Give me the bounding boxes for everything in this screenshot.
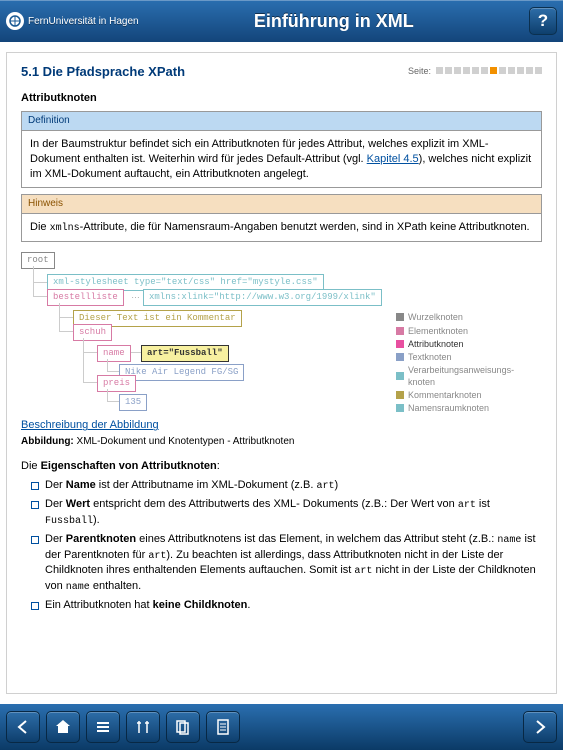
brand-text: FernUniversität in Hagen bbox=[28, 16, 139, 27]
hint-box: Hinweis Die xmlns-Attribute, die für Nam… bbox=[21, 194, 542, 242]
node-text2: 135 bbox=[119, 394, 147, 410]
subheading: Attributknoten bbox=[21, 91, 542, 106]
bottom-bar bbox=[0, 704, 563, 750]
page-square[interactable] bbox=[463, 67, 470, 74]
properties-intro-2: : bbox=[217, 460, 220, 472]
node-schuh: schuh bbox=[73, 324, 112, 340]
properties-intro-bold: Eigenschaften von Attributknoten bbox=[41, 460, 217, 472]
list-item: Der Wert entspricht dem des Attributwert… bbox=[31, 497, 542, 528]
node-preis: preis bbox=[97, 375, 136, 391]
node-text1: Nike Air Legend FG/SG bbox=[119, 364, 244, 380]
figure-caption: Abbildung: XML-Dokument und Knotentypen … bbox=[21, 435, 542, 449]
legend-wurzel: Wurzelknoten bbox=[408, 311, 463, 323]
page-square[interactable] bbox=[535, 67, 542, 74]
ns-ellipsis: … bbox=[131, 289, 140, 301]
tree-diagram: root xml-stylesheet type="text/css" href… bbox=[21, 252, 542, 410]
page-indicator-label: Seite: bbox=[408, 65, 431, 77]
logo-icon bbox=[6, 12, 24, 30]
page-title: Einführung in XML bbox=[139, 11, 529, 32]
document-page: 5.1 Die Pfadsprache XPath Seite: Attribu… bbox=[6, 52, 557, 694]
definition-box-body: In der Baumstruktur befindet sich ein At… bbox=[22, 131, 541, 188]
help-button[interactable]: ? bbox=[529, 7, 557, 35]
legend-ns: Namensraumknoten bbox=[408, 402, 489, 414]
chapter-link[interactable]: Kapitel 4.5 bbox=[367, 153, 419, 165]
diagram-legend: Wurzelknoten Elementknoten Attributknote… bbox=[396, 310, 538, 415]
toc-button[interactable] bbox=[86, 711, 120, 743]
page-square[interactable] bbox=[517, 67, 524, 74]
properties-intro: Die Eigenschaften von Attributknoten: bbox=[21, 459, 542, 474]
tools-button[interactable] bbox=[126, 711, 160, 743]
node-namespace: xmlns:xlink="http://www.w3.org/1999/xlin… bbox=[143, 289, 382, 305]
figure-description-link[interactable]: Beschreibung der Abbildung bbox=[21, 418, 159, 433]
next-button[interactable] bbox=[523, 711, 557, 743]
list-item: Der Name ist der Attributname im XML-Dok… bbox=[31, 478, 542, 494]
prev-button[interactable] bbox=[6, 711, 40, 743]
hint-code: xmlns bbox=[50, 223, 80, 234]
node-root: root bbox=[21, 252, 55, 268]
hint-text-2: -Attribute, die für Namensraum-Angaben b… bbox=[80, 221, 530, 233]
page-square[interactable] bbox=[436, 67, 443, 74]
brand-logo: FernUniversität in Hagen bbox=[6, 12, 139, 30]
node-attr: art="Fussball" bbox=[141, 345, 229, 361]
hint-box-body: Die xmlns-Attribute, die für Namensraum-… bbox=[22, 214, 541, 242]
pages-button[interactable] bbox=[166, 711, 200, 743]
page-square[interactable] bbox=[490, 67, 497, 74]
page-indicator: Seite: bbox=[408, 65, 542, 77]
figure-caption-text: XML-Dokument und Knotentypen - Attributk… bbox=[74, 436, 295, 447]
page-square[interactable] bbox=[499, 67, 506, 74]
page-square[interactable] bbox=[508, 67, 515, 74]
list-item: Der Parentknoten eines Attributknotens i… bbox=[31, 532, 542, 594]
properties-list: Der Name ist der Attributname im XML-Dok… bbox=[31, 478, 542, 613]
legend-text: Textknoten bbox=[408, 351, 452, 363]
home-button[interactable] bbox=[46, 711, 80, 743]
page-square[interactable] bbox=[454, 67, 461, 74]
doc-button[interactable] bbox=[206, 711, 240, 743]
figure-caption-prefix: Abbildung: bbox=[21, 436, 74, 447]
legend-attribut: Attributknoten bbox=[408, 338, 464, 350]
content-area: 5.1 Die Pfadsprache XPath Seite: Attribu… bbox=[0, 42, 563, 704]
list-item: Ein Attributknoten hat keine Childknoten… bbox=[31, 598, 542, 613]
node-pi: xml-stylesheet type="text/css" href="mys… bbox=[47, 274, 324, 290]
hint-text-1: Die bbox=[30, 221, 50, 233]
page-square[interactable] bbox=[526, 67, 533, 74]
definition-box-header: Definition bbox=[22, 112, 541, 131]
page-square[interactable] bbox=[472, 67, 479, 74]
node-name: name bbox=[97, 345, 131, 361]
page-square[interactable] bbox=[481, 67, 488, 74]
legend-kommentar: Kommentarknoten bbox=[408, 389, 482, 401]
properties-intro-1: Die bbox=[21, 460, 41, 472]
toolbar-group bbox=[46, 711, 240, 743]
legend-element: Elementknoten bbox=[408, 325, 468, 337]
legend-pi: Verarbeitungsanweisungs-knoten bbox=[408, 364, 538, 388]
definition-box: Definition In der Baumstruktur befindet … bbox=[21, 111, 542, 188]
hint-box-header: Hinweis bbox=[22, 195, 541, 214]
top-bar: FernUniversität in Hagen Einführung in X… bbox=[0, 0, 563, 42]
page-square[interactable] bbox=[445, 67, 452, 74]
